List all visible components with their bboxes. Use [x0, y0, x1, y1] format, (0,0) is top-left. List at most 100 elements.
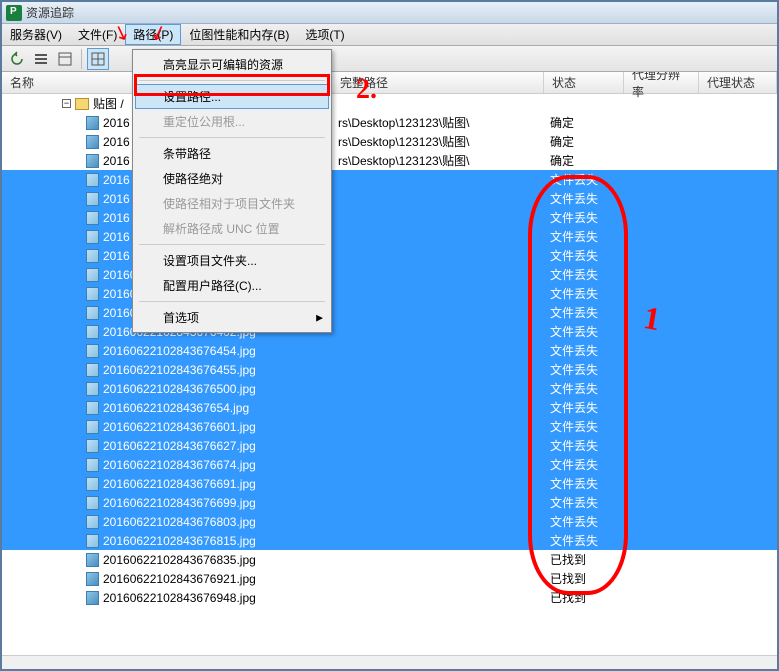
table-row[interactable]: 20160622102843676176.jpg文件丢失 — [2, 265, 777, 284]
group-label: 贴图 / — [93, 95, 124, 112]
cell-name: 20160622102843676455.jpg — [2, 363, 332, 377]
file-name: 2016 — [103, 249, 130, 263]
cell-status: 文件丢失 — [544, 171, 624, 188]
column-header-path[interactable]: 完整路径 — [332, 72, 544, 93]
image-file-icon — [86, 553, 99, 567]
table-row[interactable]: 20160622102843676948.jpg已找到 — [2, 588, 777, 607]
cell-status: 已找到 — [544, 551, 624, 568]
cell-name: 20160622102843676699.jpg — [2, 496, 332, 510]
file-name: 2016 — [103, 173, 130, 187]
cell-status: 文件丢失 — [544, 456, 624, 473]
cell-status: 文件丢失 — [544, 513, 624, 530]
menu-item[interactable]: 文件(F) — [70, 24, 125, 45]
table-row[interactable]: 2016文件丢失 — [2, 189, 777, 208]
view-list-button[interactable] — [30, 48, 52, 70]
menu-item[interactable]: 位图性能和内存(B) — [181, 24, 297, 45]
image-file-icon — [86, 515, 99, 529]
table-row[interactable]: 2016062210284367636.jpg文件丢失 — [2, 303, 777, 322]
file-name: 2016 — [103, 230, 130, 244]
cell-name: 20160622102843676803.jpg — [2, 515, 332, 529]
table-row[interactable]: 2016 文件丢失 — [2, 170, 777, 189]
menu-item[interactable]: 条带路径 — [135, 141, 329, 166]
cell-status: 文件丢失 — [544, 437, 624, 454]
image-file-icon — [86, 420, 99, 434]
menu-item[interactable]: 首选项▶ — [135, 305, 329, 330]
file-name: 20160622102843676627.jpg — [103, 439, 256, 453]
table-row[interactable]: 20160622102843676921.jpg已找到 — [2, 569, 777, 588]
path-menu-dropdown: 高亮显示可编辑的资源设置路径...重定位公用根...条带路径使路径绝对使路径相对… — [132, 49, 332, 333]
table-row[interactable]: 20160622102843676500.jpg文件丢失 — [2, 379, 777, 398]
table-row[interactable]: 2016文件丢失 — [2, 227, 777, 246]
menu-item[interactable]: 高亮显示可编辑的资源 — [135, 52, 329, 77]
menu-item[interactable]: 使路径绝对 — [135, 166, 329, 191]
cell-status: 文件丢失 — [544, 304, 624, 321]
cell-status: 文件丢失 — [544, 494, 624, 511]
main-window: 资源追踪 服务器(V)文件(F)路径(P)位图性能和内存(B)选项(T) 名称 … — [0, 0, 779, 671]
refresh-button[interactable] — [6, 48, 28, 70]
table-row[interactable]: 20160622102843676835.jpg 已找到 — [2, 550, 777, 569]
menu-item[interactable]: 设置路径... — [135, 84, 329, 109]
view-grid-button[interactable] — [87, 48, 109, 70]
image-file-icon — [86, 249, 99, 263]
column-header-state2[interactable]: 代理状态 — [699, 72, 777, 93]
table-row[interactable]: 20160622102843676815.jpg文件丢失 — [2, 531, 777, 550]
image-file-icon — [86, 591, 99, 605]
table-row[interactable]: 2016062210284367654.jpg文件丢失 — [2, 398, 777, 417]
column-header-res[interactable]: 代理分辨率 — [624, 72, 699, 93]
view-collapse-button[interactable] — [54, 48, 76, 70]
file-name: 2016062210284367654.jpg — [103, 401, 249, 415]
table-row[interactable]: 2016文件丢失 — [2, 246, 777, 265]
table-row[interactable]: 20160622102843676455.jpg 文件丢失 — [2, 360, 777, 379]
cell-status: 文件丢失 — [544, 190, 624, 207]
table-row[interactable]: 2016rs\Desktop\123123\贴图\确定 — [2, 132, 777, 151]
image-file-icon — [86, 173, 99, 187]
table-row[interactable]: 2016rs\Desktop\123123\贴图\确定 — [2, 151, 777, 170]
menu-item: 重定位公用根... — [135, 109, 329, 134]
table-row[interactable]: 20160622102843676601.jpg文件丢失 — [2, 417, 777, 436]
image-file-icon — [86, 192, 99, 206]
cell-status: 文件丢失 — [544, 532, 624, 549]
file-tree[interactable]: − 贴图 / 2016rs\Desktop\123123\贴图\确定2016rs… — [2, 94, 777, 607]
file-name: 20160622102843676691.jpg — [103, 477, 256, 491]
table-row[interactable]: 20160622102843676699.jpg 文件丢失 — [2, 493, 777, 512]
table-row[interactable]: 20160622102843676691.jpg文件丢失 — [2, 474, 777, 493]
toolbar — [2, 46, 777, 72]
cell-path: rs\Desktop\123123\贴图\ — [332, 133, 544, 150]
menu-item[interactable]: 路径(P) — [125, 24, 181, 45]
folder-icon — [75, 98, 89, 110]
cell-name: 20160622102843676627.jpg — [2, 439, 332, 453]
file-name: 20160622102843676500.jpg — [103, 382, 256, 396]
image-file-icon — [86, 268, 99, 282]
file-name: 2016 — [103, 135, 130, 149]
table-row[interactable]: 20160622102843676674.jpg文件丢失 — [2, 455, 777, 474]
column-headers: 名称 完整路径 状态 代理分辨率 代理状态 — [2, 72, 777, 94]
image-file-icon — [86, 325, 99, 339]
image-file-icon — [86, 401, 99, 415]
menu-item[interactable]: 选项(T) — [297, 24, 352, 45]
image-file-icon — [86, 477, 99, 491]
image-file-icon — [86, 572, 99, 586]
file-name: 2016 — [103, 154, 130, 168]
app-icon — [6, 5, 22, 21]
menubar: 服务器(V)文件(F)路径(P)位图性能和内存(B)选项(T) — [2, 24, 777, 46]
table-row[interactable]: 20160622102843676803.jpg 文件丢失 — [2, 512, 777, 531]
table-row[interactable]: 2016rs\Desktop\123123\贴图\确定 — [2, 113, 777, 132]
menu-item[interactable]: 服务器(V) — [2, 24, 70, 45]
table-row[interactable]: 20160622102843676454.jpg文件丢失 — [2, 341, 777, 360]
file-name: 20160622102843676835.jpg — [103, 553, 256, 567]
menu-item[interactable]: 设置项目文件夹... — [135, 248, 329, 273]
cell-path: rs\Desktop\123123\贴图\ — [332, 152, 544, 169]
menu-item[interactable]: 配置用户路径(C)... — [135, 273, 329, 298]
collapse-icon[interactable]: − — [62, 99, 71, 108]
column-header-status[interactable]: 状态 — [544, 72, 624, 93]
titlebar[interactable]: 资源追踪 — [2, 2, 777, 24]
table-row[interactable]: 20160622102843676627.jpg 文件丢失 — [2, 436, 777, 455]
table-row[interactable]: 20160622102843676358.jpg文件丢失 — [2, 284, 777, 303]
file-name: 2016 — [103, 116, 130, 130]
table-row[interactable]: 20160622102843676402.jpg文件丢失 — [2, 322, 777, 341]
cell-status: 文件丢失 — [544, 361, 624, 378]
content-area: 名称 完整路径 状态 代理分辨率 代理状态 − 贴图 / 2016rs\Desk… — [2, 72, 777, 655]
menu-item: 解析路径成 UNC 位置 — [135, 216, 329, 241]
window-title: 资源追踪 — [26, 4, 74, 21]
table-row[interactable]: 2016文件丢失 — [2, 208, 777, 227]
